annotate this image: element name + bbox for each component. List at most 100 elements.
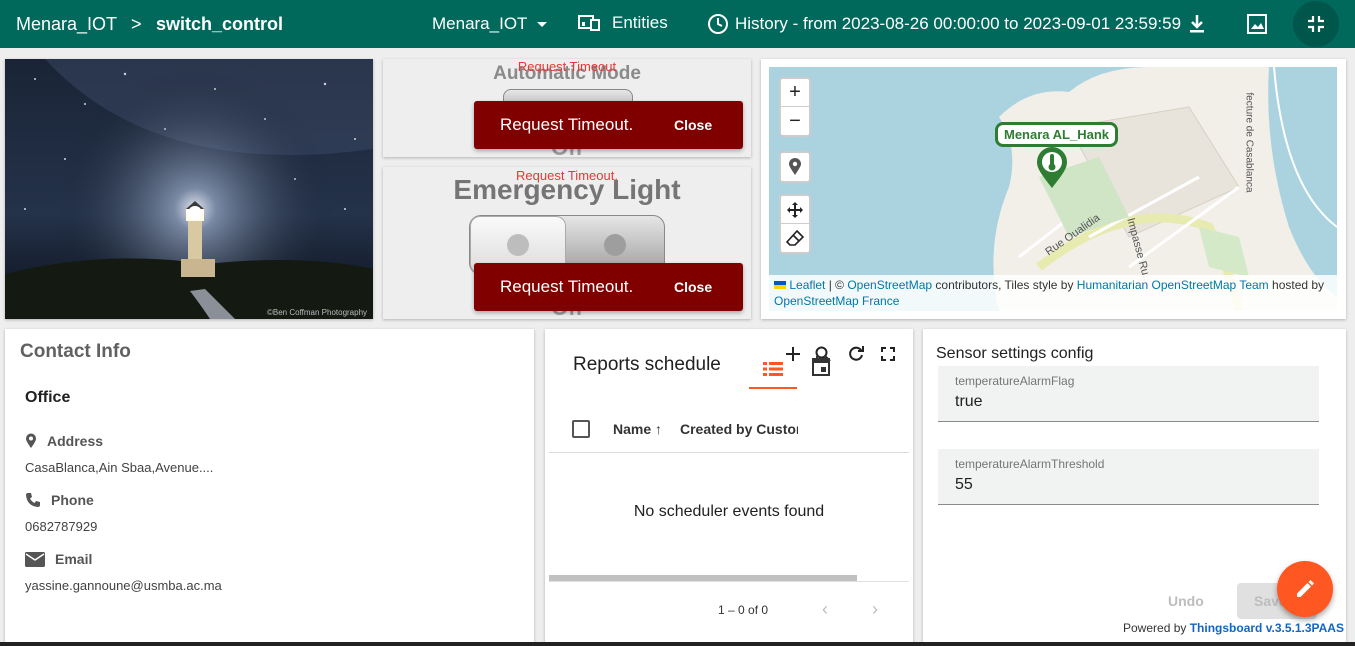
download-icon	[1190, 15, 1204, 33]
address-value: CasaBlanca,Ain Sbaa,Avenue....	[25, 460, 214, 475]
phone-label-row: Phone	[25, 492, 94, 508]
calendar-view-tab[interactable]	[810, 355, 832, 377]
email-label: Email	[55, 551, 93, 567]
plus-icon	[786, 347, 800, 361]
ukraine-flag-icon	[774, 281, 786, 289]
place-marker-control	[779, 151, 811, 183]
office-heading: Office	[25, 389, 71, 406]
lighthouse-image-widget: ©Ben Coffman Photography	[5, 59, 373, 319]
eraser-icon	[786, 229, 804, 246]
toast-message: Request Timeout.	[500, 115, 634, 134]
emergency-light-switch-widget: Request Timeout. Emergency Light Off Req…	[383, 167, 751, 319]
history-timewindow-button[interactable]: History - from 2023-08-26 00:00:00 to 20…	[707, 13, 1181, 35]
edit-control	[779, 194, 811, 254]
calendar-icon	[812, 356, 830, 376]
map-marker-icon[interactable]	[1036, 147, 1068, 189]
sort-arrow-up-icon: ↑	[655, 421, 663, 437]
divider	[549, 581, 909, 582]
photo-credit: ©Ben Coffman Photography	[267, 308, 368, 317]
osm-france-link[interactable]: OpenStreetMap France	[774, 294, 899, 308]
edit-dashboard-button[interactable]	[1277, 561, 1333, 617]
address-label: Address	[47, 433, 104, 449]
state-select-value: Menara_IOT	[432, 14, 528, 33]
field-label: temperatureAlarmFlag	[955, 374, 1075, 388]
bottom-edge	[0, 642, 1355, 646]
zoom-out-button[interactable]: −	[781, 107, 809, 135]
switch-title: Emergency Light	[453, 174, 681, 205]
error-toast: Request Timeout. Close	[474, 101, 743, 149]
erase-button[interactable]	[781, 224, 809, 252]
temperature-alarm-threshold-field[interactable]: temperatureAlarmThreshold 55	[938, 449, 1319, 505]
move-icon	[787, 201, 803, 218]
column-header-name[interactable]: Name ↑	[613, 421, 662, 437]
pagination-range: 1 – 0 of 0	[718, 603, 769, 617]
breadcrumb-separator: >	[131, 14, 142, 34]
phone-value: 0682787929	[25, 519, 98, 534]
column-header-created-by[interactable]: Created by Customer	[680, 421, 798, 437]
select-all-checkbox[interactable]	[572, 420, 590, 438]
field-value: true	[955, 393, 983, 410]
drag-mode-button[interactable]	[781, 196, 809, 224]
export-image-button[interactable]	[1245, 12, 1269, 36]
column-name-label: Name	[613, 421, 652, 437]
road-label: fecture de Casablanca	[1243, 92, 1255, 193]
breadcrumb-root[interactable]: Menara_IOT	[16, 14, 117, 35]
attribution-text: contributors, Tiles style by	[932, 278, 1077, 292]
marker-tooltip: Menara AL_Hank	[995, 122, 1118, 147]
field-label: temperatureAlarmThreshold	[955, 457, 1105, 471]
widget-title: Sensor settings config	[936, 345, 1094, 362]
table-header: Name ↑ Created by Customer	[549, 405, 909, 453]
leaflet-link[interactable]: Leaflet	[789, 278, 825, 292]
hot-link[interactable]: Humanitarian OpenStreetMap Team	[1077, 278, 1269, 292]
add-button[interactable]	[782, 343, 804, 365]
dropdown-arrow-icon	[537, 21, 548, 27]
refresh-button[interactable]	[845, 343, 867, 365]
place-marker-button[interactable]	[781, 153, 809, 181]
toast-close-button[interactable]: Close	[674, 117, 712, 133]
zoom-control: + −	[779, 77, 811, 137]
lighthouse-photo	[5, 59, 373, 319]
powered-by: Powered by Thingsboard v.3.5.1.3PAAS	[1123, 621, 1344, 635]
pencil-icon	[1297, 580, 1314, 597]
image-export-icon	[1247, 14, 1267, 34]
phone-icon	[26, 493, 40, 507]
entities-button[interactable]: Entities	[578, 13, 668, 33]
map-attribution: Leaflet | © OpenStreetMap contributors, …	[769, 275, 1337, 311]
error-toast: Request Timeout. Close	[474, 263, 743, 311]
map-widget: Menara AL_Hank Rue Oualidia Impasse Ru..…	[761, 59, 1346, 319]
field-value: 55	[955, 476, 973, 493]
location-pin-icon	[26, 433, 36, 448]
top-toolbar: Menara_IOT > switch_control Menara_IOT E…	[0, 0, 1355, 48]
refresh-icon	[849, 346, 864, 361]
toast-message: Request Timeout.	[500, 277, 634, 296]
download-button[interactable]	[1185, 12, 1209, 36]
widget-title: Contact Info	[20, 341, 131, 362]
dashboard-state-select[interactable]: Menara_IOT	[432, 14, 548, 34]
contact-info-widget: Contact Info Office Address CasaBlanca,A…	[5, 329, 534, 646]
email-icon	[25, 551, 45, 567]
exit-fullscreen-button[interactable]	[1293, 1, 1339, 47]
entities-icon	[578, 15, 600, 31]
toast-close-button[interactable]: Close	[674, 279, 712, 295]
zoom-in-button[interactable]: +	[781, 79, 809, 107]
powered-by-text: Powered by	[1123, 621, 1190, 635]
email-label-row: Email	[25, 551, 92, 567]
next-page-icon[interactable]: ›	[872, 599, 878, 620]
undo-button[interactable]: Undo	[1168, 593, 1204, 609]
empty-state-message: No scheduler events found	[633, 503, 825, 520]
osm-link[interactable]: OpenStreetMap	[847, 278, 932, 292]
previous-page-icon[interactable]: ‹	[822, 599, 828, 620]
attribution-text: hosted by	[1268, 278, 1325, 292]
widget-title: Reports schedule	[573, 354, 721, 375]
entities-label: Entities	[612, 13, 668, 32]
fullscreen-button[interactable]	[877, 343, 899, 365]
temperature-alarm-flag-field[interactable]: temperatureAlarmFlag true	[938, 366, 1319, 422]
email-value: yassine.gannoune@usmba.ac.ma	[25, 578, 222, 593]
automatic-mode-switch-widget: Automatic Mode Request Timeout Off Reque…	[383, 59, 751, 157]
location-pin-icon	[789, 158, 801, 175]
thingsboard-link[interactable]: Thingsboard v.3.5.1.3PAAS	[1190, 621, 1344, 635]
attribution-text: | ©	[825, 278, 848, 292]
address-label-row: Address	[25, 433, 103, 449]
fullscreen-icon	[881, 347, 895, 361]
switch-error-label: Request Timeout	[517, 59, 617, 74]
